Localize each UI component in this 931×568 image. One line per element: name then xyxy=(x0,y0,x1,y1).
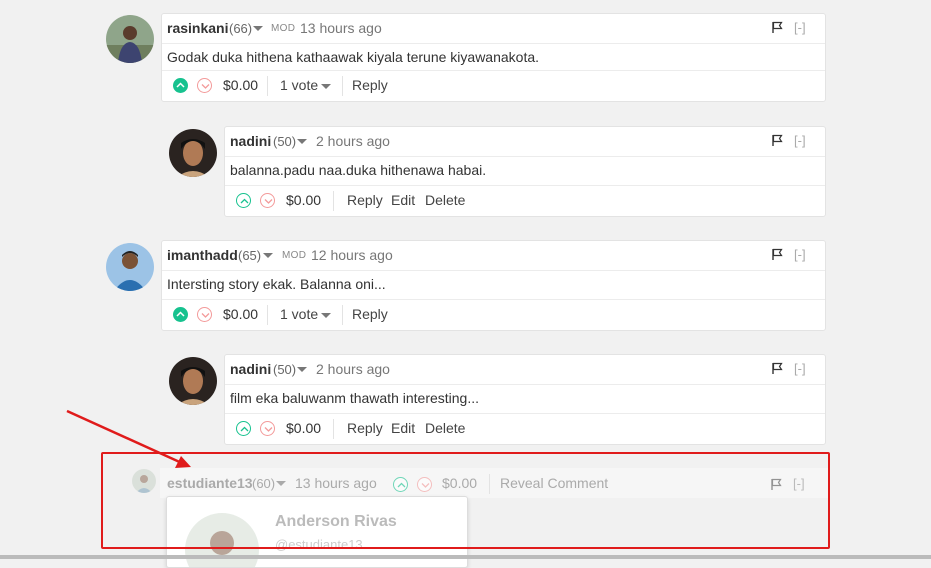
bottom-scrollbar[interactable] xyxy=(0,555,931,559)
annotation-highlight-box xyxy=(101,452,830,549)
